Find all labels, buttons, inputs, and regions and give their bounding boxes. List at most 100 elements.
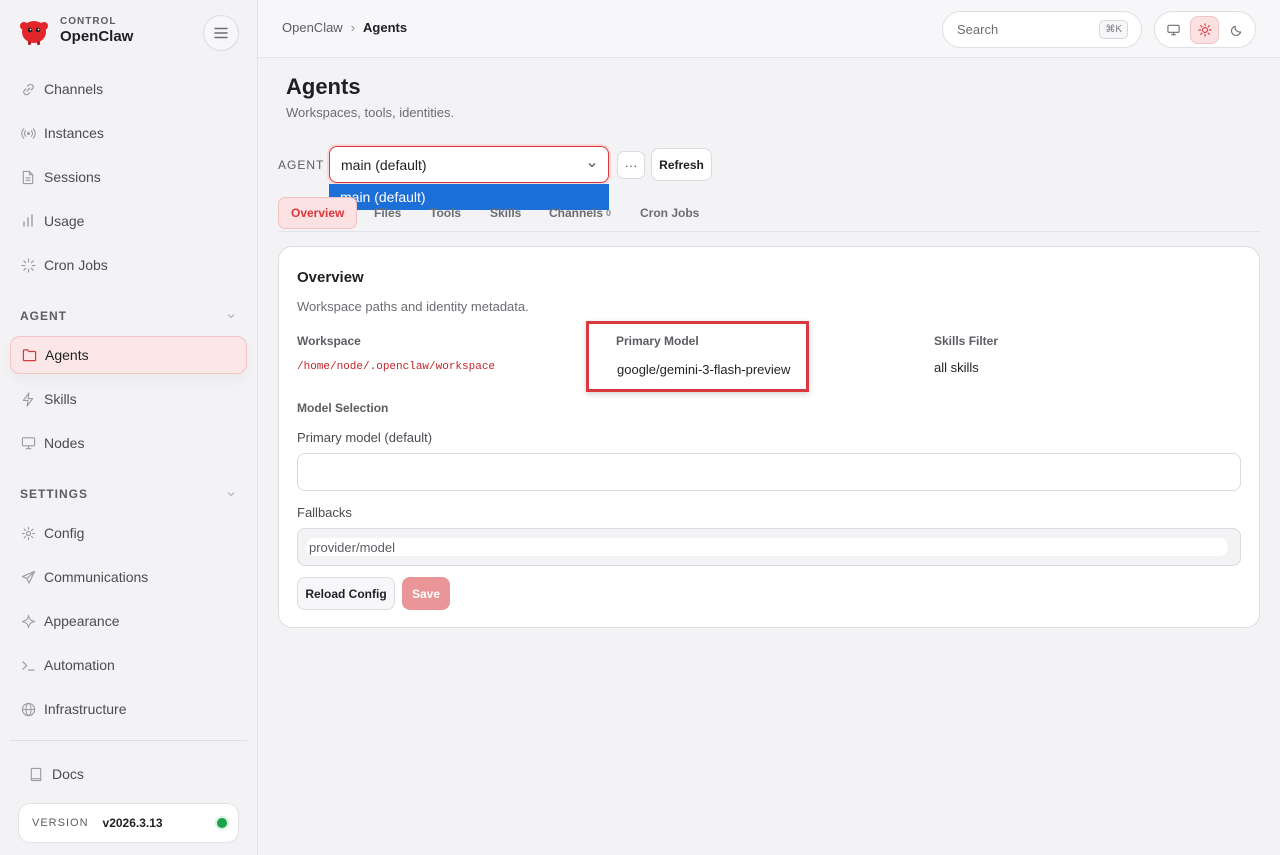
sidebar-item-label: Agents (45, 347, 89, 363)
sidebar-item-channels[interactable]: Channels (10, 70, 247, 108)
page-subtitle: Workspaces, tools, identities. (286, 105, 455, 120)
tab-count-badge: 0 (606, 208, 612, 218)
tab-overview[interactable]: Overview (278, 197, 358, 229)
sidebar-item-cron-jobs[interactable]: Cron Jobs (10, 246, 247, 284)
loader-icon (20, 257, 36, 273)
sidebar-divider (10, 740, 247, 741)
sidebar-item-instances[interactable]: Instances (10, 114, 247, 152)
tab-skills[interactable]: Skills (490, 197, 521, 229)
fallbacks-input[interactable]: provider/model (306, 538, 1228, 556)
agent-select[interactable]: main (default) (329, 146, 609, 183)
tab-cron-jobs[interactable]: Cron Jobs (640, 197, 699, 229)
tab-files[interactable]: Files (374, 197, 401, 229)
sidebar-item-communications[interactable]: Communications (10, 558, 247, 596)
sidebar-item-config[interactable]: Config (10, 514, 247, 552)
more-options-button[interactable]: ··· (617, 151, 645, 179)
primary-model-value: google/gemini-3-flash-preview (617, 362, 791, 377)
theme-system-button[interactable] (1159, 16, 1188, 44)
tab-label: Channels (549, 206, 604, 220)
sidebar-item-label: Instances (44, 125, 104, 141)
model-selection-heading: Model Selection (297, 401, 389, 415)
refresh-button[interactable]: Refresh (651, 148, 712, 181)
breadcrumb-root[interactable]: OpenClaw (282, 20, 343, 35)
version-value: v2026.3.13 (102, 816, 163, 830)
brand-eyebrow: CONTROL (60, 15, 117, 27)
sidebar-item-label: Cron Jobs (44, 257, 108, 273)
version-label: VERSION (32, 817, 89, 829)
file-icon (20, 169, 36, 185)
link-icon (20, 81, 36, 97)
section-label-agent: AGENT (20, 309, 67, 323)
search-placeholder: Search (957, 22, 999, 37)
brand-name: OpenClaw (60, 27, 134, 45)
theme-switcher (1154, 11, 1256, 48)
sidebar-item-usage[interactable]: Usage (10, 202, 247, 240)
save-button[interactable]: Save (402, 577, 450, 610)
breadcrumb: OpenClaw › Agents (282, 20, 407, 35)
sidebar-item-label: Automation (44, 657, 115, 673)
sidebar-item-label: Channels (44, 81, 104, 97)
bar-chart-icon (20, 213, 36, 229)
version-badge: VERSION v2026.3.13 (18, 803, 239, 843)
page-title: Agents (286, 74, 361, 99)
skills-filter-value: all skills (934, 360, 979, 375)
sidebar-item-label: Nodes (44, 435, 85, 451)
brand[interactable]: CONTROL OpenClaw (18, 14, 133, 46)
workspace-value: /home/node/.openclaw/workspace (297, 361, 496, 373)
sidebar-item-agents[interactable]: Agents (10, 336, 247, 374)
sidebar-item-label: Communications (44, 569, 149, 585)
hamburger-icon (214, 27, 228, 39)
agent-tabs: Overview Files Tools Skills Channels 0 C… (278, 197, 1260, 232)
card-title: Overview (297, 269, 364, 286)
monitor-icon (1167, 24, 1180, 36)
sidebar-item-appearance[interactable]: Appearance (10, 602, 247, 640)
chevron-down-icon[interactable] (226, 311, 236, 321)
primary-model-label: Primary Model (616, 334, 699, 348)
fallbacks-field[interactable]: provider/model (297, 528, 1241, 566)
highlight-box (586, 321, 809, 392)
menu-toggle-button[interactable] (203, 15, 239, 51)
sun-icon (1197, 23, 1212, 37)
sidebar-item-label: Sessions (44, 169, 101, 185)
chevron-down-icon (588, 163, 596, 168)
reload-config-button[interactable]: Reload Config (297, 577, 395, 610)
send-icon (20, 569, 36, 585)
gear-icon (20, 525, 36, 541)
sidebar-item-docs[interactable]: Docs (18, 755, 239, 793)
breadcrumb-current: Agents (363, 20, 408, 35)
theme-dark-button[interactable] (1222, 16, 1251, 44)
globe-icon (20, 701, 36, 717)
chevron-down-icon[interactable] (226, 489, 236, 499)
workspace-label: Workspace (297, 334, 361, 348)
sidebar: CONTROL OpenClaw Channels Instances Sess… (0, 0, 258, 855)
overview-card: Overview Workspace paths and identity me… (278, 246, 1260, 628)
sidebar-item-label: Usage (44, 213, 85, 229)
sidebar-item-infrastructure[interactable]: Infrastructure (10, 690, 247, 728)
sidebar-item-label: Infrastructure (44, 701, 127, 717)
search-shortcut: ⌘K (1099, 20, 1128, 39)
sidebar-item-nodes[interactable]: Nodes (10, 424, 247, 462)
topbar: OpenClaw › Agents Search ⌘K (258, 0, 1280, 58)
moon-icon (1230, 25, 1242, 36)
sidebar-item-label: Docs (52, 766, 84, 782)
search-input[interactable]: Search ⌘K (942, 11, 1142, 48)
zap-icon (20, 391, 36, 407)
skills-filter-label: Skills Filter (934, 334, 999, 348)
primary-model-input[interactable] (297, 453, 1241, 491)
status-dot (217, 818, 227, 828)
sidebar-item-sessions[interactable]: Sessions (10, 158, 247, 196)
sparkle-icon (20, 613, 36, 629)
tab-tools[interactable]: Tools (430, 197, 461, 229)
breadcrumb-separator: › (350, 20, 356, 35)
section-label-settings: SETTINGS (20, 487, 89, 501)
tab-channels[interactable]: Channels 0 (549, 197, 611, 229)
terminal-icon (20, 657, 36, 673)
agent-select-label: AGENT (278, 158, 325, 172)
book-icon (28, 766, 44, 782)
sidebar-item-label: Config (44, 525, 85, 541)
sidebar-item-automation[interactable]: Automation (10, 646, 247, 684)
sidebar-item-skills[interactable]: Skills (10, 380, 247, 418)
monitor-icon (20, 435, 36, 451)
openclaw-logo (18, 14, 50, 46)
theme-light-button[interactable] (1190, 16, 1219, 44)
